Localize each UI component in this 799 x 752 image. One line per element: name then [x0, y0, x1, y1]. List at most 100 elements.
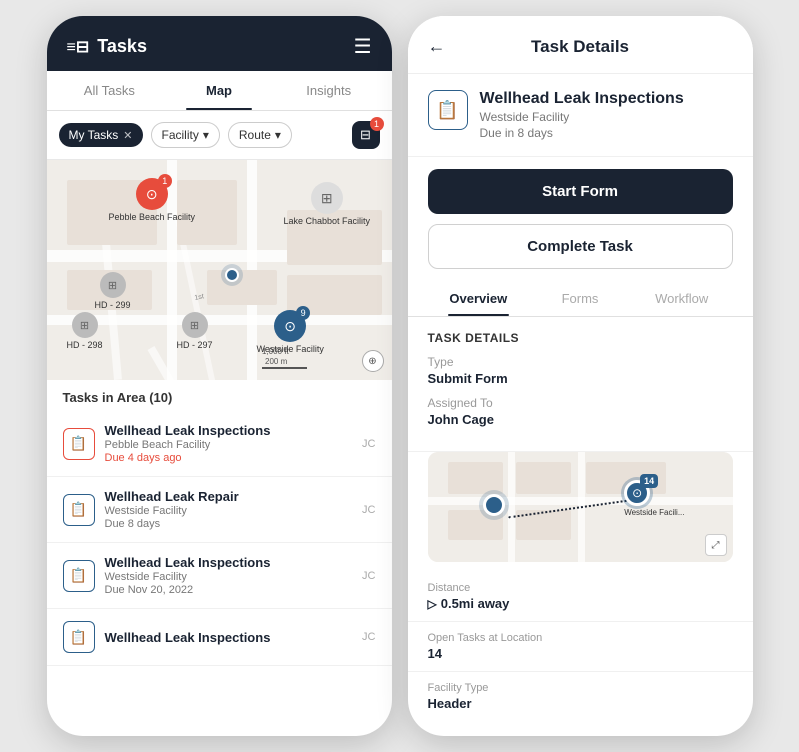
complete-task-button[interactable]: Complete Task [428, 224, 733, 269]
task-title: Wellhead Leak Inspections [105, 423, 353, 438]
facility-icon: ⊞ [321, 190, 333, 207]
pin-label: Westside Facility [257, 344, 324, 354]
hamburger-icon[interactable]: ☰ [715, 34, 733, 59]
task-icon: 📋 [63, 560, 95, 592]
assigned-label: Assigned To [428, 396, 733, 410]
task-title: Wellhead Leak Inspections [105, 630, 353, 645]
tasks-area-header: Tasks in Area (10) [47, 380, 392, 411]
map-pin-westside[interactable]: ⊙ 9 Westside Facility [257, 310, 324, 354]
task-assignee: JC [362, 570, 375, 582]
task-item[interactable]: 📋 Wellhead Leak Inspections JC [47, 609, 392, 666]
facility-type-label: Facility Type [428, 682, 733, 694]
distance-value: ▷ 0.5mi away [428, 596, 733, 611]
task-content: Wellhead Leak Repair Westside Facility D… [105, 489, 353, 530]
map-pin-hd298[interactable]: ⊞ HD - 298 [67, 312, 103, 350]
open-tasks-label: Open Tasks at Location [428, 632, 733, 644]
hamburger-icon[interactable]: ☰ [354, 34, 372, 59]
task-title: Wellhead Leak Inspections [105, 555, 353, 570]
task-detail-facility: Westside Facility [480, 110, 684, 124]
facility-type-value: Header [428, 696, 733, 711]
task-details-section: Task Details Type Submit Form Assigned T… [408, 317, 753, 452]
map-area[interactable]: 1,000 ft 200 m Hancock St 1st ⊙ 1 Pebble… [47, 160, 392, 380]
map-pin-lake-chabbot[interactable]: ⊞ Lake Chabbot Facility [284, 182, 371, 226]
task-detail-info: Wellhead Leak Inspections Westside Facil… [480, 90, 684, 140]
task-assignee: JC [362, 631, 375, 643]
tab-insights[interactable]: Insights [274, 71, 384, 110]
my-tasks-chip[interactable]: My Tasks ✕ [59, 123, 143, 147]
pin-count-badge: 9 [296, 306, 310, 320]
tab-all-tasks[interactable]: All Tasks [55, 71, 165, 110]
pin-label: Lake Chabbot Facility [284, 216, 371, 226]
mini-map[interactable]: ⊙ 14 Westside Facili... ⤢ [428, 452, 733, 562]
task-item[interactable]: 📋 Wellhead Leak Repair Westside Facility… [47, 477, 392, 543]
my-tasks-label: My Tasks [69, 128, 119, 142]
task-due: Due 4 days ago [105, 452, 353, 464]
svg-text:1st: 1st [193, 293, 204, 302]
mini-location-dot [483, 494, 505, 516]
filter-bar: My Tasks ✕ Facility ▾ Route ▾ ⊟ 1 [47, 111, 392, 160]
app-header: ≡⊟ Tasks [67, 36, 147, 57]
detail-tabs: Overview Forms Workflow [408, 281, 753, 317]
chevron-down-icon: ▾ [203, 128, 209, 142]
app-title: Tasks [97, 36, 147, 57]
task-detail-icon: 📋 [428, 90, 468, 130]
user-location-dot [225, 268, 239, 282]
task-assignee: JC [362, 504, 375, 516]
action-buttons: Start Form Complete Task [408, 157, 753, 281]
mini-pin-label: Westside Facili... [624, 508, 684, 517]
distance-section: Distance ▷ 0.5mi away [408, 572, 753, 622]
expand-icon: ⤢ [712, 540, 720, 551]
close-icon[interactable]: ✕ [123, 129, 132, 142]
map-pin-hd297[interactable]: ⊞ HD - 297 [177, 312, 213, 350]
tabs-bar: All Tasks Map Insights [47, 71, 392, 111]
facility-icon: ⊙ [284, 318, 296, 335]
task-icon: 📋 [63, 621, 95, 653]
map-pin-pebble-beach[interactable]: ⊙ 1 Pebble Beach Facility [109, 178, 196, 222]
facility-filter[interactable]: Facility ▾ [151, 122, 220, 148]
task-due: Due Nov 20, 2022 [105, 584, 353, 596]
compass-icon: ⊕ [362, 350, 384, 372]
facility-icon: ⊙ [146, 186, 158, 203]
task-facility: Pebble Beach Facility [105, 439, 353, 451]
tasks-filter-icon: ≡⊟ [67, 37, 90, 57]
pin-label: HD - 297 [177, 340, 213, 350]
tab-overview[interactable]: Overview [428, 281, 530, 316]
filter-icon: ⊟ [360, 127, 371, 143]
svg-text:200 m: 200 m [265, 357, 288, 366]
task-detail-title: Wellhead Leak Inspections [480, 90, 684, 108]
task-detail-due: Due in 8 days [480, 126, 684, 140]
task-item[interactable]: 📋 Wellhead Leak Inspections Pebble Beach… [47, 411, 392, 477]
task-list: 📋 Wellhead Leak Inspections Pebble Beach… [47, 411, 392, 666]
filter-count-badge: 1 [370, 117, 384, 131]
task-assignee: JC [362, 438, 375, 450]
distance-label: Distance [428, 582, 733, 594]
tab-forms[interactable]: Forms [529, 281, 631, 316]
task-icon: 📋 [63, 428, 95, 460]
tab-workflow[interactable]: Workflow [631, 281, 733, 316]
open-tasks-value: 14 [428, 646, 733, 661]
back-button[interactable]: ← [428, 36, 446, 57]
facility-type-section: Facility Type Header [408, 672, 753, 721]
assigned-value: John Cage [428, 412, 733, 427]
route-filter[interactable]: Route ▾ [228, 122, 292, 148]
tab-map[interactable]: Map [164, 71, 274, 110]
expand-map-button[interactable]: ⤢ [705, 534, 727, 556]
task-icon: 📋 [63, 494, 95, 526]
route-label: Route [239, 128, 271, 142]
distance-text: 0.5mi away [441, 596, 510, 611]
filter-button[interactable]: ⊟ 1 [352, 121, 380, 149]
task-item[interactable]: 📋 Wellhead Leak Inspections Westside Fac… [47, 543, 392, 609]
open-tasks-section: Open Tasks at Location 14 [408, 622, 753, 672]
task-detail-header: 📋 Wellhead Leak Inspections Westside Fac… [408, 74, 753, 157]
map-pin-hd299[interactable]: ⊞ HD - 299 [95, 272, 131, 310]
start-form-button[interactable]: Start Form [428, 169, 733, 214]
mini-map-pin: ⊙ 14 Westside Facili... [624, 480, 684, 517]
pin-label: HD - 299 [95, 300, 131, 310]
mini-badge: 14 [640, 474, 658, 488]
section-title: Task Details [428, 331, 733, 345]
pin-label: Pebble Beach Facility [109, 212, 196, 222]
pin-count-badge: 1 [158, 174, 172, 188]
assigned-field: Assigned To John Cage [428, 396, 733, 427]
type-field: Type Submit Form [428, 355, 733, 386]
task-content: Wellhead Leak Inspections [105, 630, 353, 645]
